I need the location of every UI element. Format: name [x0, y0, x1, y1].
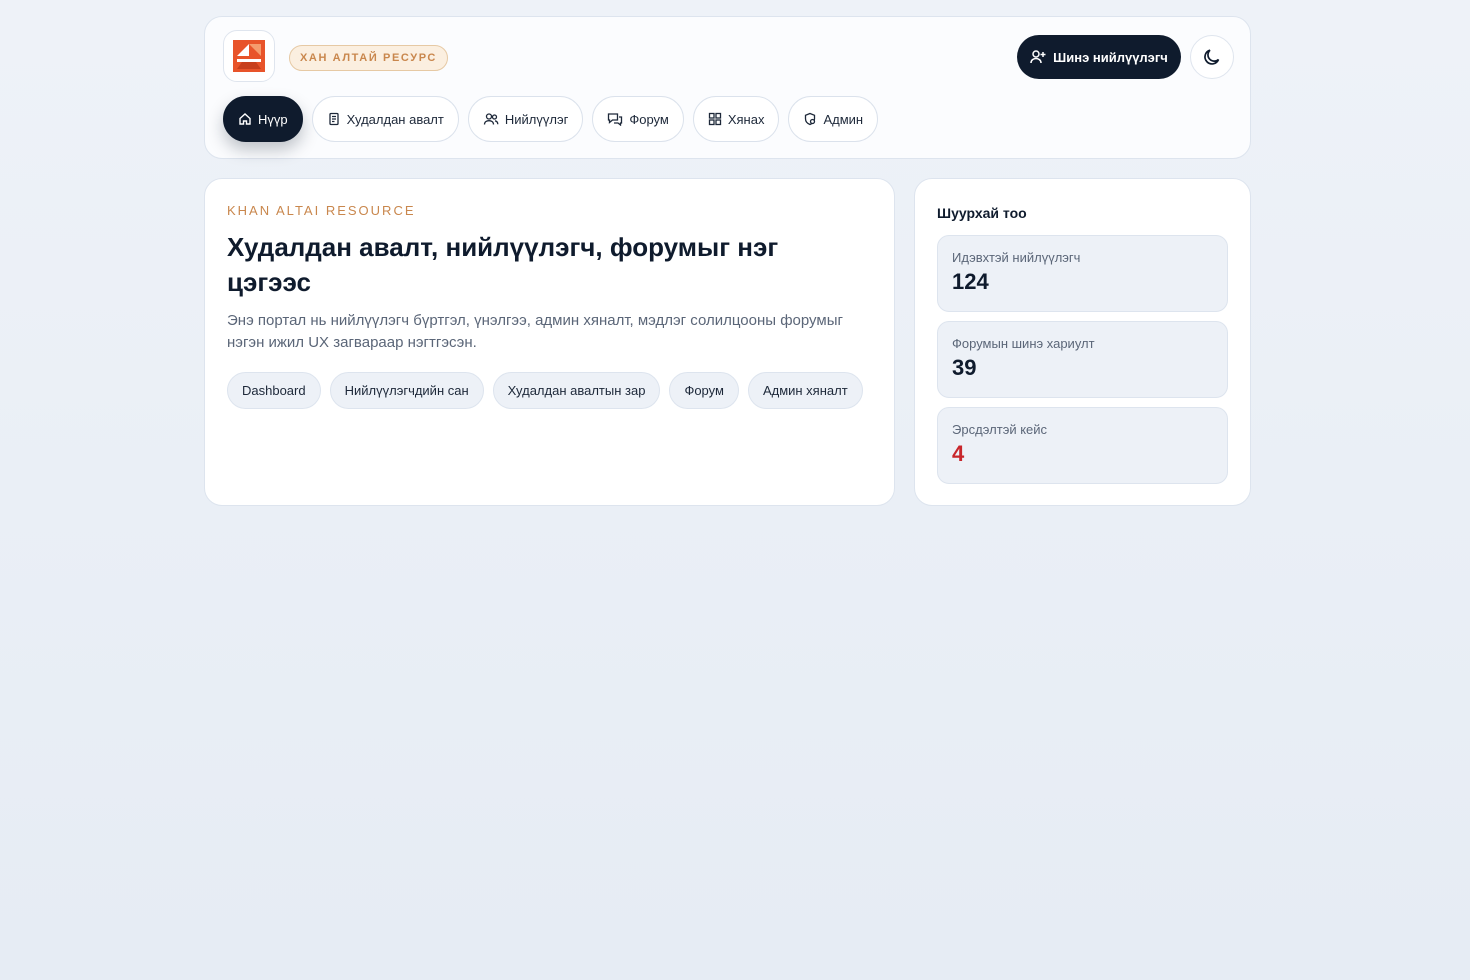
nav-label: Худалдан авалт: [346, 111, 444, 127]
chip-supplier-db[interactable]: Нийлүүлэгчдийн сан: [329, 372, 484, 409]
page: ХАН АЛТАЙ РЕСУРС Шинэ нийлүүлэгч Нүүр Ху…: [0, 0, 1470, 980]
user-plus-icon: [1030, 50, 1046, 64]
chip-purchase-ads[interactable]: Худалдан авалтын зар: [492, 372, 661, 409]
nav-label: Хянах: [727, 111, 765, 127]
nav-item-admin[interactable]: Админ: [788, 96, 879, 142]
stats-card: Шуурхай тоо Идэвхтэй нийлүүлэгч 124 Фору…: [914, 178, 1251, 506]
stat-label: Форумын шинэ хариулт: [952, 336, 1095, 351]
hero-kicker: KHAN ALTAI RESOURCE: [227, 203, 416, 218]
home-icon: [239, 113, 251, 125]
users-icon: [483, 113, 499, 125]
main-nav: Нүүр Худалдан авалт Нийлүүлэг Форум Хяна…: [223, 96, 879, 142]
grid-icon: [708, 112, 721, 126]
receipt-icon: [328, 112, 339, 126]
nav-item-monitor[interactable]: Хянах: [692, 96, 780, 142]
nav-item-forum[interactable]: Форум: [592, 96, 684, 142]
chat-icon: [608, 113, 623, 126]
logo-icon: [233, 40, 265, 72]
nav-label: Админ: [823, 111, 864, 127]
new-supplier-button[interactable]: Шинэ нийлүүлэгч: [1017, 35, 1181, 79]
theme-toggle-button[interactable]: [1190, 35, 1234, 79]
hero-description: Энэ портал нь нийлүүлэгч бүртгэл, үнэлгэ…: [227, 312, 843, 351]
stat-active-suppliers: Идэвхтэй нийлүүлэгч 124: [937, 235, 1228, 312]
stat-value: 124: [952, 269, 989, 294]
stat-forum-replies: Форумын шинэ хариулт 39: [937, 321, 1228, 398]
stats-title: Шуурхай тоо: [937, 205, 1027, 221]
nav-label: Нийлүүлэг: [504, 111, 569, 127]
stat-label: Идэвхтэй нийлүүлэгч: [952, 250, 1081, 265]
nav-label: Форум: [629, 111, 669, 127]
nav-item-suppliers[interactable]: Нийлүүлэг: [467, 96, 584, 142]
chip-dashboard[interactable]: Dashboard: [227, 372, 321, 409]
new-supplier-label: Шинэ нийлүүлэгч: [1053, 49, 1168, 65]
brand-badge: ХАН АЛТАЙ РЕСУРС: [289, 45, 448, 71]
hero-card: KHAN ALTAI RESOURCE Худалдан авалт, нийл…: [204, 178, 895, 506]
nav-label: Нүүр: [258, 111, 288, 127]
quick-links: Dashboard Нийлүүлэгчдийн сан Худалдан ав…: [227, 372, 867, 409]
logo[interactable]: [223, 30, 275, 82]
nav-item-home[interactable]: Нүүр: [223, 96, 303, 142]
moon-icon: [1204, 49, 1220, 65]
chip-forum[interactable]: Форум: [669, 372, 739, 409]
chip-admin[interactable]: Админ хяналт: [747, 372, 863, 409]
shield-icon: [805, 112, 816, 126]
nav-item-purchasing[interactable]: Худалдан авалт: [311, 96, 459, 142]
stat-value: 39: [952, 355, 977, 380]
hero-title: Худалдан авалт, нийлүүлэгч, форумыг нэг …: [227, 232, 779, 297]
stat-label: Эрсдэлтэй кейс: [952, 422, 1048, 437]
stat-value: 4: [952, 441, 965, 466]
stat-risk-cases: Эрсдэлтэй кейс 4: [937, 407, 1228, 484]
header-card: ХАН АЛТАЙ РЕСУРС Шинэ нийлүүлэгч Нүүр Ху…: [204, 16, 1251, 159]
